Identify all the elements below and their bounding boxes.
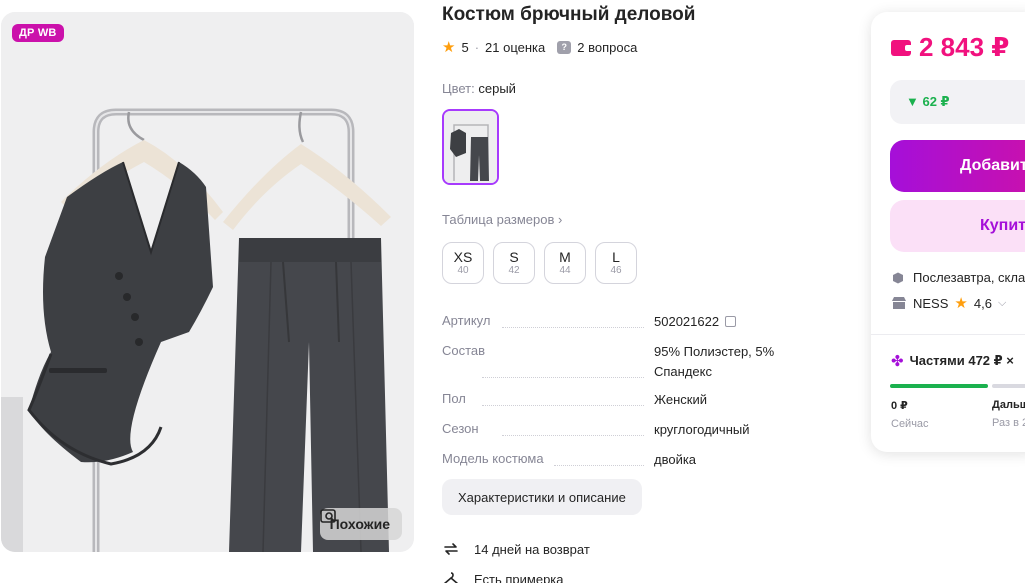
- spec-key: Пол: [442, 390, 654, 410]
- product-photo[interactable]: ДР WB Похожие: [1, 12, 414, 552]
- spec-row: Состав 95% Полиэстер, 5% Спандекс: [442, 342, 802, 382]
- rating-value: 5: [461, 39, 469, 55]
- price-value: 2 843 ₽: [919, 32, 1010, 62]
- add-to-cart-button[interactable]: Добавить: [890, 140, 1025, 192]
- size-option[interactable]: M 44: [544, 242, 586, 284]
- size-ru: 46: [610, 265, 622, 276]
- copy-icon[interactable]: [725, 316, 737, 327]
- promo-badge: ДР WB: [12, 24, 64, 42]
- return-feature: 14 дней на возврат: [442, 540, 590, 558]
- similar-button[interactable]: Похожие: [319, 508, 402, 540]
- spec-value: двойка: [654, 452, 697, 467]
- question-icon: ?: [557, 40, 572, 54]
- separator-dot: ·: [474, 39, 480, 55]
- size-option[interactable]: XS 40: [442, 242, 484, 284]
- spec-row: Модель костюма двойка: [442, 450, 802, 470]
- pay-later-amount: Дальше: [992, 399, 1025, 411]
- color-row: Цвет: серый: [442, 81, 516, 96]
- buy-now-button[interactable]: Купить: [890, 200, 1025, 252]
- price-row: 2 843 ₽: [891, 32, 1009, 63]
- buy-card: 2 843 ₽ ▼ 62 ₽ Добавить Купить Послезавт…: [871, 12, 1025, 452]
- delivery-text: Послезавтра, склад: [913, 270, 1025, 285]
- shop-icon: [892, 297, 906, 309]
- discount-box[interactable]: ▼ 62 ₽: [890, 80, 1025, 124]
- pay-later: Дальше Раз в 2: [992, 399, 1025, 429]
- chevron-down-icon: ⌵: [997, 296, 1007, 309]
- spec-row: Артикул 502021622: [442, 312, 802, 332]
- article-number: 502021622: [654, 314, 720, 329]
- return-arrows-icon: [444, 543, 458, 555]
- wallet-icon: [891, 39, 913, 56]
- seller-row[interactable]: NESS ★ 4,6 ⌵: [891, 294, 1006, 312]
- size-label: L: [612, 249, 620, 265]
- suit-image: [1, 12, 414, 552]
- spec-key: Состав: [442, 342, 654, 382]
- delivery-row: Послезавтра, склад: [891, 270, 1025, 285]
- color-value: серый: [478, 81, 516, 96]
- image-search-icon: [319, 509, 336, 523]
- description-button[interactable]: Характеристики и описание: [442, 479, 642, 515]
- product-title: Костюм брючный деловой: [442, 4, 696, 25]
- star-icon: ★: [954, 295, 968, 312]
- installments-row[interactable]: ✤ Частями 472 ₽ ×: [891, 352, 1014, 370]
- pay-now-label: Сейчас: [891, 418, 929, 430]
- color-variant-thumb[interactable]: [442, 109, 499, 185]
- pay-now: 0 ₽ Сейчас: [891, 399, 929, 430]
- installments-text: Частями 472 ₽ ×: [909, 353, 1014, 368]
- seller-name: NESS: [913, 295, 949, 311]
- spec-value: 502021622: [654, 312, 802, 332]
- spec-list: Артикул 502021622 Состав 95% Полиэстер, …: [442, 312, 802, 480]
- progress-paid: [890, 384, 988, 388]
- size-label: M: [559, 249, 571, 265]
- fitting-text: Есть примерка: [474, 571, 564, 583]
- size-label: XS: [453, 249, 473, 265]
- questions-link[interactable]: 2 вопроса: [577, 40, 637, 55]
- pay-later-label: Раз в 2: [992, 417, 1025, 429]
- installment-icon: ✤: [891, 353, 904, 370]
- spec-row: Пол Женский: [442, 390, 802, 410]
- divider: [871, 334, 1025, 335]
- reviews-link[interactable]: 21 оценка: [485, 40, 545, 55]
- pay-now-amount: 0 ₽: [891, 400, 908, 412]
- size-table-link[interactable]: Таблица размеров ›: [442, 212, 562, 227]
- spec-row: Сезон круглогодичный: [442, 420, 802, 440]
- rating-row: ★ 5 · 21 оценка ? 2 вопроса: [442, 38, 637, 56]
- spec-value: круглогодичный: [654, 422, 750, 437]
- size-ru: 42: [508, 265, 520, 276]
- similar-label: Похожие: [329, 516, 390, 532]
- size-option[interactable]: L 46: [595, 242, 637, 284]
- return-text: 14 дней на возврат: [474, 541, 590, 557]
- spec-value: Женский: [654, 392, 707, 407]
- spec-value: 95% Полиэстер, 5% Спандекс: [654, 344, 775, 379]
- color-label: Цвет:: [442, 81, 475, 96]
- spec-key: Модель костюма: [442, 450, 654, 470]
- box-icon: [893, 272, 903, 283]
- size-ru: 40: [457, 265, 469, 276]
- hanger-icon: [443, 572, 459, 583]
- seller-rating: 4,6: [973, 295, 992, 311]
- size-ru: 44: [559, 265, 571, 276]
- star-icon: ★: [442, 39, 456, 56]
- size-selector: XS 40 S 42 M 44 L 46: [442, 242, 637, 284]
- size-label: S: [509, 249, 519, 265]
- spec-key: Артикул: [442, 312, 654, 332]
- spec-key: Сезон: [442, 420, 654, 440]
- size-option[interactable]: S 42: [493, 242, 535, 284]
- progress-rest: [992, 384, 1025, 388]
- fitting-feature: Есть примерка: [442, 570, 564, 583]
- variant-image: [444, 111, 497, 183]
